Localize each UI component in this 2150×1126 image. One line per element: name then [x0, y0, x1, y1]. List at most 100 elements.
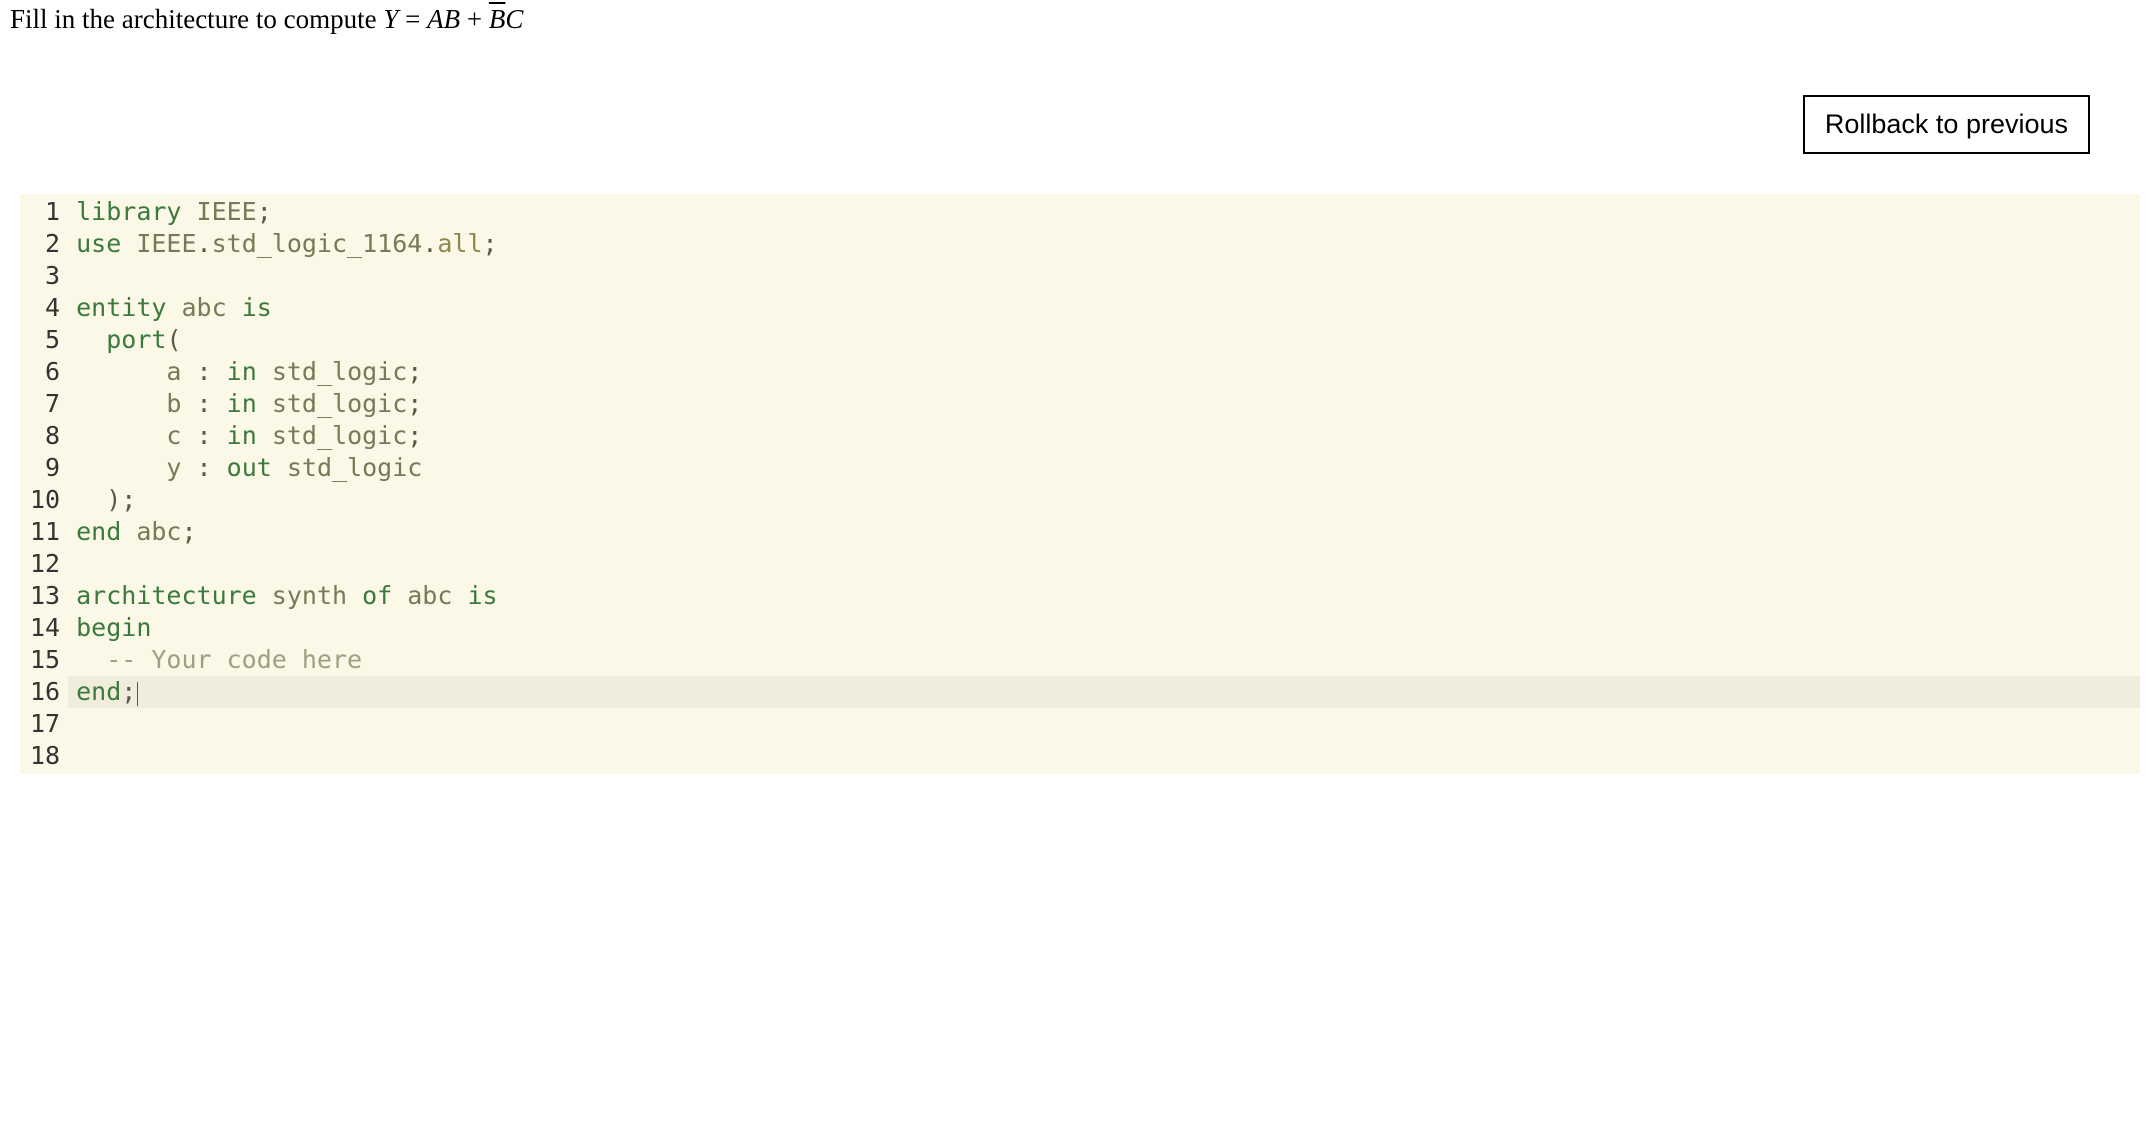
- code-token: in: [227, 357, 257, 386]
- code-line[interactable]: -- Your code here: [76, 644, 2140, 676]
- code-token: is: [467, 581, 497, 610]
- line-number: 17: [30, 708, 60, 740]
- code-token: std_logic: [257, 389, 408, 418]
- code-line[interactable]: [76, 548, 2140, 580]
- line-number: 10: [30, 484, 60, 516]
- code-token: [212, 357, 227, 386]
- line-number: 14: [30, 612, 60, 644]
- prompt-eq: =: [398, 4, 427, 34]
- code-token: ;: [257, 197, 272, 226]
- prompt-A: A: [427, 4, 444, 34]
- code-token: in: [227, 421, 257, 450]
- rollback-button[interactable]: Rollback to previous: [1803, 95, 2090, 154]
- line-number: 2: [30, 228, 60, 260]
- code-token: IEEE: [121, 229, 196, 258]
- code-line[interactable]: use IEEE.std_logic_1164.all;: [76, 228, 2140, 260]
- code-line[interactable]: );: [76, 484, 2140, 516]
- code-token: all: [437, 229, 482, 258]
- line-number: 8: [30, 420, 60, 452]
- prompt-plus: +: [460, 4, 489, 34]
- code-token: :: [197, 453, 212, 482]
- code-token: std_logic_1164: [212, 229, 423, 258]
- code-token: synth: [257, 581, 362, 610]
- code-token: a: [76, 357, 196, 386]
- code-token: :: [197, 421, 212, 450]
- code-token: -- Your code here: [106, 645, 362, 674]
- line-number: 3: [30, 260, 60, 292]
- line-number-gutter: 123456789101112131415161718: [20, 194, 68, 774]
- line-number: 9: [30, 452, 60, 484]
- code-token: ): [106, 485, 121, 514]
- code-token: [76, 325, 106, 354]
- code-line[interactable]: [76, 708, 2140, 740]
- code-token: entity: [76, 293, 166, 322]
- code-token: library: [76, 197, 181, 226]
- line-number: 4: [30, 292, 60, 324]
- code-token: :: [197, 357, 212, 386]
- code-token: ;: [121, 677, 136, 706]
- line-number: 12: [30, 548, 60, 580]
- code-token: c: [76, 421, 196, 450]
- code-token: [76, 645, 106, 674]
- code-token: .: [197, 229, 212, 258]
- code-token: use: [76, 229, 121, 258]
- code-token: ;: [407, 357, 422, 386]
- code-line[interactable]: b : in std_logic;: [76, 388, 2140, 420]
- code-token: end: [76, 677, 121, 706]
- code-token: .: [422, 229, 437, 258]
- code-token: ;: [483, 229, 498, 258]
- code-token: port: [106, 325, 166, 354]
- line-number: 13: [30, 580, 60, 612]
- line-number: 6: [30, 356, 60, 388]
- code-token: ;: [181, 517, 196, 546]
- code-token: [212, 421, 227, 450]
- code-token: ;: [407, 389, 422, 418]
- line-number: 15: [30, 644, 60, 676]
- prompt-Bbar: B: [489, 4, 506, 34]
- code-token: ;: [407, 421, 422, 450]
- code-token: abc: [166, 293, 241, 322]
- prompt-Y: Y: [383, 4, 398, 34]
- code-token: is: [242, 293, 272, 322]
- line-number: 18: [30, 740, 60, 772]
- code-token: b: [76, 389, 196, 418]
- code-line[interactable]: end abc;: [76, 516, 2140, 548]
- code-token: [76, 485, 106, 514]
- code-editor[interactable]: 123456789101112131415161718 library IEEE…: [20, 194, 2140, 774]
- code-token: [212, 389, 227, 418]
- code-token: std_logic: [272, 453, 423, 482]
- line-number: 1: [30, 196, 60, 228]
- code-line[interactable]: c : in std_logic;: [76, 420, 2140, 452]
- code-line[interactable]: [76, 260, 2140, 292]
- line-number: 7: [30, 388, 60, 420]
- code-line[interactable]: library IEEE;: [76, 196, 2140, 228]
- code-line[interactable]: entity abc is: [76, 292, 2140, 324]
- code-token: begin: [76, 613, 151, 642]
- code-line[interactable]: a : in std_logic;: [76, 356, 2140, 388]
- prompt-prefix: Fill in the architecture to compute: [10, 4, 383, 34]
- prompt-C: C: [505, 4, 523, 34]
- code-token: in: [227, 389, 257, 418]
- line-number: 16: [30, 676, 60, 708]
- code-line[interactable]: port(: [76, 324, 2140, 356]
- code-token: ;: [121, 485, 136, 514]
- code-area[interactable]: library IEEE;use IEEE.std_logic_1164.all…: [68, 194, 2140, 774]
- code-line[interactable]: [76, 740, 2140, 772]
- code-token: of: [362, 581, 392, 610]
- code-token: [212, 453, 227, 482]
- code-line[interactable]: begin: [76, 612, 2140, 644]
- toolbar: Rollback to previous: [0, 35, 2150, 194]
- code-token: (: [166, 325, 181, 354]
- code-line[interactable]: architecture synth of abc is: [76, 580, 2140, 612]
- code-token: abc: [392, 581, 467, 610]
- code-token: y: [76, 453, 196, 482]
- code-token: std_logic: [257, 357, 408, 386]
- code-token: abc: [121, 517, 181, 546]
- code-token: IEEE: [181, 197, 256, 226]
- code-token: out: [227, 453, 272, 482]
- text-cursor: [137, 682, 138, 706]
- code-line[interactable]: y : out std_logic: [76, 452, 2140, 484]
- line-number: 5: [30, 324, 60, 356]
- code-token: end: [76, 517, 121, 546]
- code-line[interactable]: end;: [68, 676, 2140, 708]
